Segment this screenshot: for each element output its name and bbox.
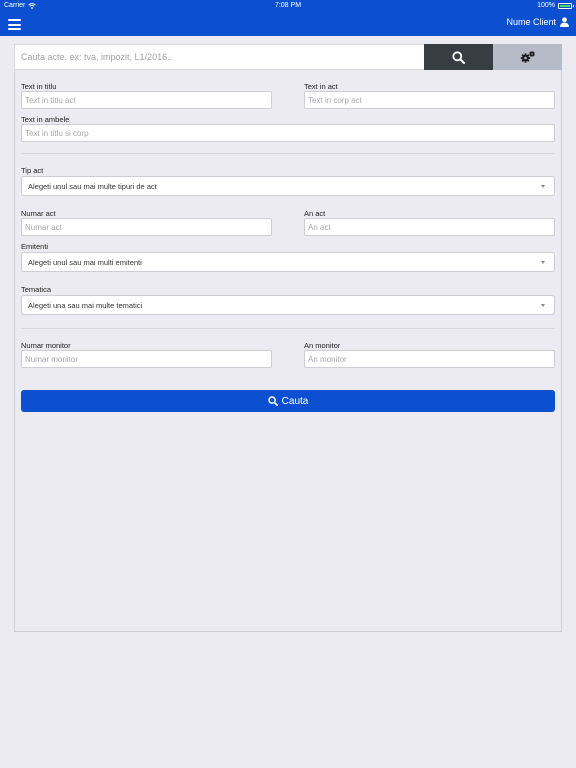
divider	[21, 328, 555, 329]
gears-icon	[520, 51, 535, 63]
both-text-label: Text in ambele	[21, 115, 70, 124]
act-type-select[interactable]: Alegeti unul sau mai multe tipuri de act	[21, 176, 555, 196]
act-year-input[interactable]	[304, 218, 555, 236]
divider	[21, 153, 555, 154]
search-row	[14, 44, 562, 70]
monitor-year-label: An monitor	[304, 341, 341, 350]
title-text-input[interactable]	[21, 91, 272, 109]
act-type-value: Alegeti unul sau mai multe tipuri de act	[28, 181, 157, 191]
client-account-button[interactable]: Nume Client	[506, 17, 569, 27]
issuers-select[interactable]: Alegeti unul sau mai multi emitenti	[21, 252, 555, 272]
title-text-label: Text in titlu	[21, 82, 57, 91]
battery-icon	[558, 2, 574, 9]
search-button[interactable]	[424, 44, 493, 70]
act-number-input[interactable]	[21, 218, 272, 236]
client-name: Nume Client	[506, 17, 556, 27]
topic-value: Alegeti una sau mai multe tematici	[28, 300, 143, 310]
status-time: 7:08 PM	[274, 2, 302, 9]
submit-label: Cauta	[281, 395, 309, 407]
chevron-down-icon	[541, 304, 545, 307]
monitor-number-input[interactable]	[21, 350, 272, 368]
chevron-down-icon	[541, 185, 545, 188]
monitor-year-input[interactable]	[304, 350, 555, 368]
topic-label: Tematica	[21, 285, 52, 294]
battery-percent: 100%	[537, 2, 555, 9]
advanced-search-panel: Text in titlu Text in act Text in ambele…	[14, 70, 562, 632]
issuers-label: Emitenti	[21, 242, 49, 251]
act-year-label: An act	[304, 209, 326, 218]
both-text-input[interactable]	[21, 124, 555, 142]
advanced-search-button[interactable]	[493, 44, 562, 70]
user-icon	[560, 17, 569, 27]
search-icon	[452, 50, 465, 64]
chevron-down-icon	[541, 261, 545, 264]
act-text-label: Text in act	[304, 82, 338, 91]
issuers-value: Alegeti unul sau mai multi emitenti	[28, 257, 142, 267]
act-text-input[interactable]	[304, 91, 555, 109]
hamburger-menu-icon[interactable]	[8, 19, 21, 30]
search-icon	[267, 396, 278, 406]
battery-group: 100%	[537, 2, 574, 9]
top-bar: Carrier 7:08 PM 100% Nume Client	[0, 0, 576, 36]
act-type-label: Tip act	[21, 166, 44, 175]
search-input[interactable]	[14, 44, 424, 70]
monitor-number-label: Numar monitor	[21, 341, 71, 350]
act-number-label: Numar act	[21, 209, 56, 218]
submit-search-button[interactable]: Cauta	[21, 390, 555, 412]
status-bar: Carrier 7:08 PM 100%	[0, 0, 576, 11]
topic-select[interactable]: Alegeti una sau mai multe tematici	[21, 295, 555, 315]
